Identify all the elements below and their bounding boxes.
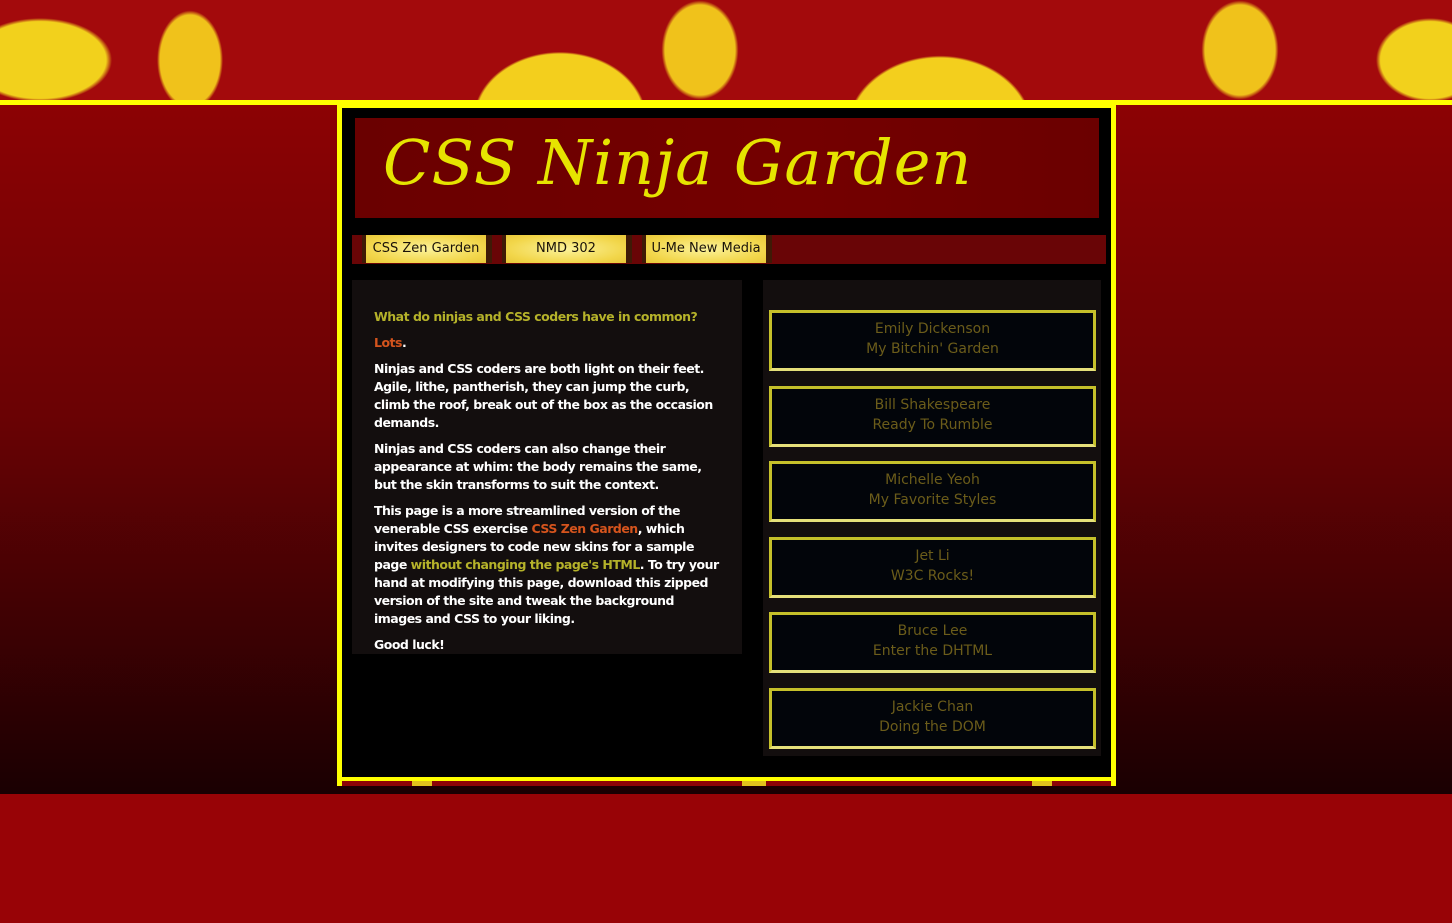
- design-title: Doing the DOM: [879, 719, 986, 735]
- closing-text: Good luck!: [374, 637, 445, 652]
- design-list: Emily Dickenson My Bitchin' Garden Bill …: [763, 280, 1101, 756]
- main-content: What do ninjas and CSS coders have in co…: [352, 280, 742, 654]
- design-author: Bruce Lee: [897, 623, 968, 639]
- site-header: CSS Ninja Garden: [355, 118, 1099, 218]
- design-author: Emily Dickenson: [874, 321, 991, 337]
- footer-ornament: [342, 777, 1111, 786]
- nav-u-me-new-media[interactable]: U-Me New Media: [642, 235, 772, 263]
- design-author: Bill Shakespeare: [874, 397, 991, 413]
- lots-text: Lots: [374, 335, 402, 350]
- design-item[interactable]: Jackie Chan Doing the DOM: [769, 688, 1096, 749]
- design-item[interactable]: Emily Dickenson My Bitchin' Garden: [769, 310, 1096, 371]
- paragraph-about: This page is a more streamlined version …: [374, 502, 720, 628]
- nav-bar: CSS Zen Garden NMD 302 U-Me New Media: [352, 235, 1106, 264]
- site-title: CSS Ninja Garden: [383, 126, 973, 199]
- nav-css-zen-garden[interactable]: CSS Zen Garden: [362, 235, 492, 263]
- lots-line: Lots.: [374, 334, 720, 352]
- design-title: Enter the DHTML: [872, 643, 993, 659]
- design-item[interactable]: Bruce Lee Enter the DHTML: [769, 612, 1096, 673]
- paragraph-appearance: Ninjas and CSS coders can also change th…: [374, 441, 702, 492]
- design-author: Jackie Chan: [891, 699, 974, 715]
- paragraph-agile: Ninjas and CSS coders are both light on …: [374, 361, 713, 430]
- design-item[interactable]: Jet Li W3C Rocks!: [769, 537, 1096, 598]
- lots-period: .: [401, 335, 407, 350]
- design-title: W3C Rocks!: [890, 568, 975, 584]
- css-zen-garden-link[interactable]: CSS Zen Garden: [532, 521, 639, 536]
- design-item[interactable]: Michelle Yeoh My Favorite Styles: [769, 461, 1096, 522]
- without-changing-html-link[interactable]: without changing the page's HTML: [411, 557, 641, 572]
- intro-question: What do ninjas and CSS coders have in co…: [374, 309, 698, 324]
- nav-nmd-302[interactable]: NMD 302: [502, 235, 632, 263]
- dragon-banner-image: [0, 0, 1452, 100]
- design-title: My Favorite Styles: [868, 492, 997, 508]
- design-item[interactable]: Bill Shakespeare Ready To Rumble: [769, 386, 1096, 447]
- page-container: CSS Ninja Garden CSS Zen Garden NMD 302 …: [337, 103, 1116, 786]
- design-title: My Bitchin' Garden: [866, 341, 999, 357]
- design-title: Ready To Rumble: [872, 417, 993, 433]
- design-author: Michelle Yeoh: [885, 472, 980, 488]
- design-author: Jet Li: [915, 548, 950, 564]
